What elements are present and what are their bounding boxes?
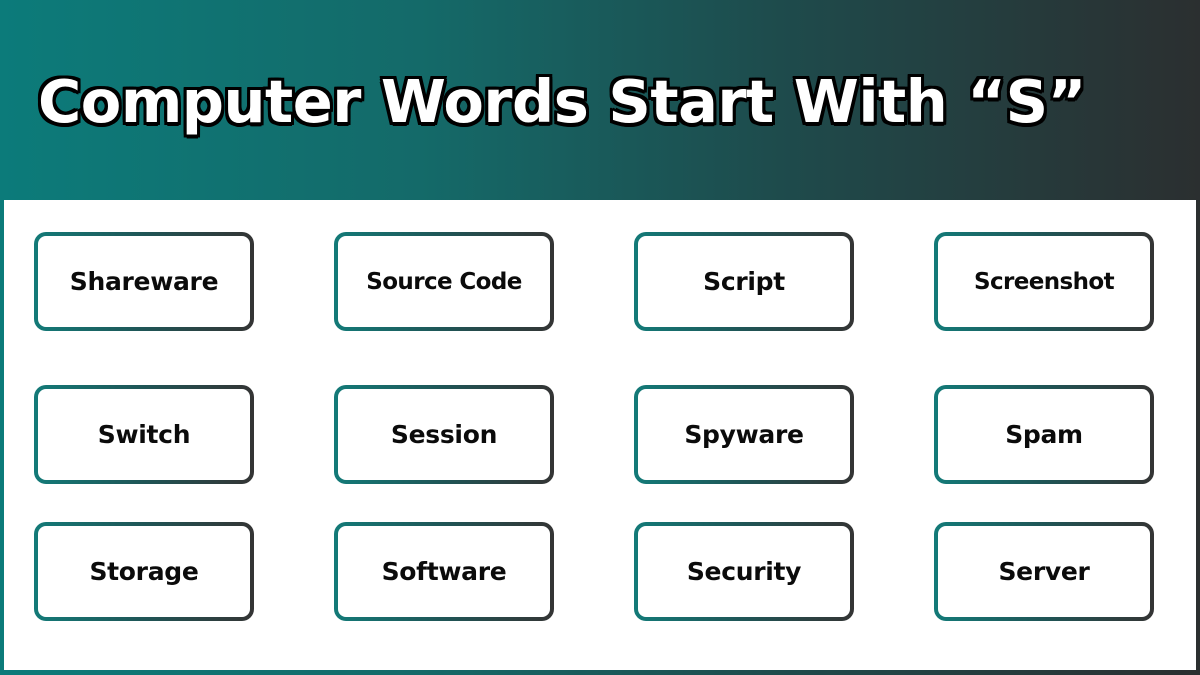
word-card: Switch xyxy=(34,385,254,484)
word-card: Server xyxy=(934,522,1154,621)
word-card: Script xyxy=(634,232,854,331)
word-label: Spyware xyxy=(684,420,804,449)
word-card: Software xyxy=(334,522,554,621)
word-card: Storage xyxy=(34,522,254,621)
word-card: Session xyxy=(334,385,554,484)
word-label: Script xyxy=(703,267,785,296)
word-label: Storage xyxy=(89,557,199,586)
word-label: Screenshot xyxy=(974,268,1115,295)
word-label: Shareware xyxy=(69,267,219,296)
word-label: Session xyxy=(390,420,498,449)
word-label: Security xyxy=(686,557,802,586)
word-card: Screenshot xyxy=(934,232,1154,331)
word-card: Spam xyxy=(934,385,1154,484)
word-label: Source Code xyxy=(366,268,522,295)
word-card: Spyware xyxy=(634,385,854,484)
word-label: Software xyxy=(381,557,507,586)
word-label: Spam xyxy=(1005,420,1083,449)
word-card: Source Code xyxy=(334,232,554,331)
word-card: Shareware xyxy=(34,232,254,331)
word-label: Server xyxy=(998,557,1090,586)
page-title: Computer Words Start With “S” xyxy=(38,67,1086,136)
word-label: Switch xyxy=(97,420,191,449)
word-card: Security xyxy=(634,522,854,621)
